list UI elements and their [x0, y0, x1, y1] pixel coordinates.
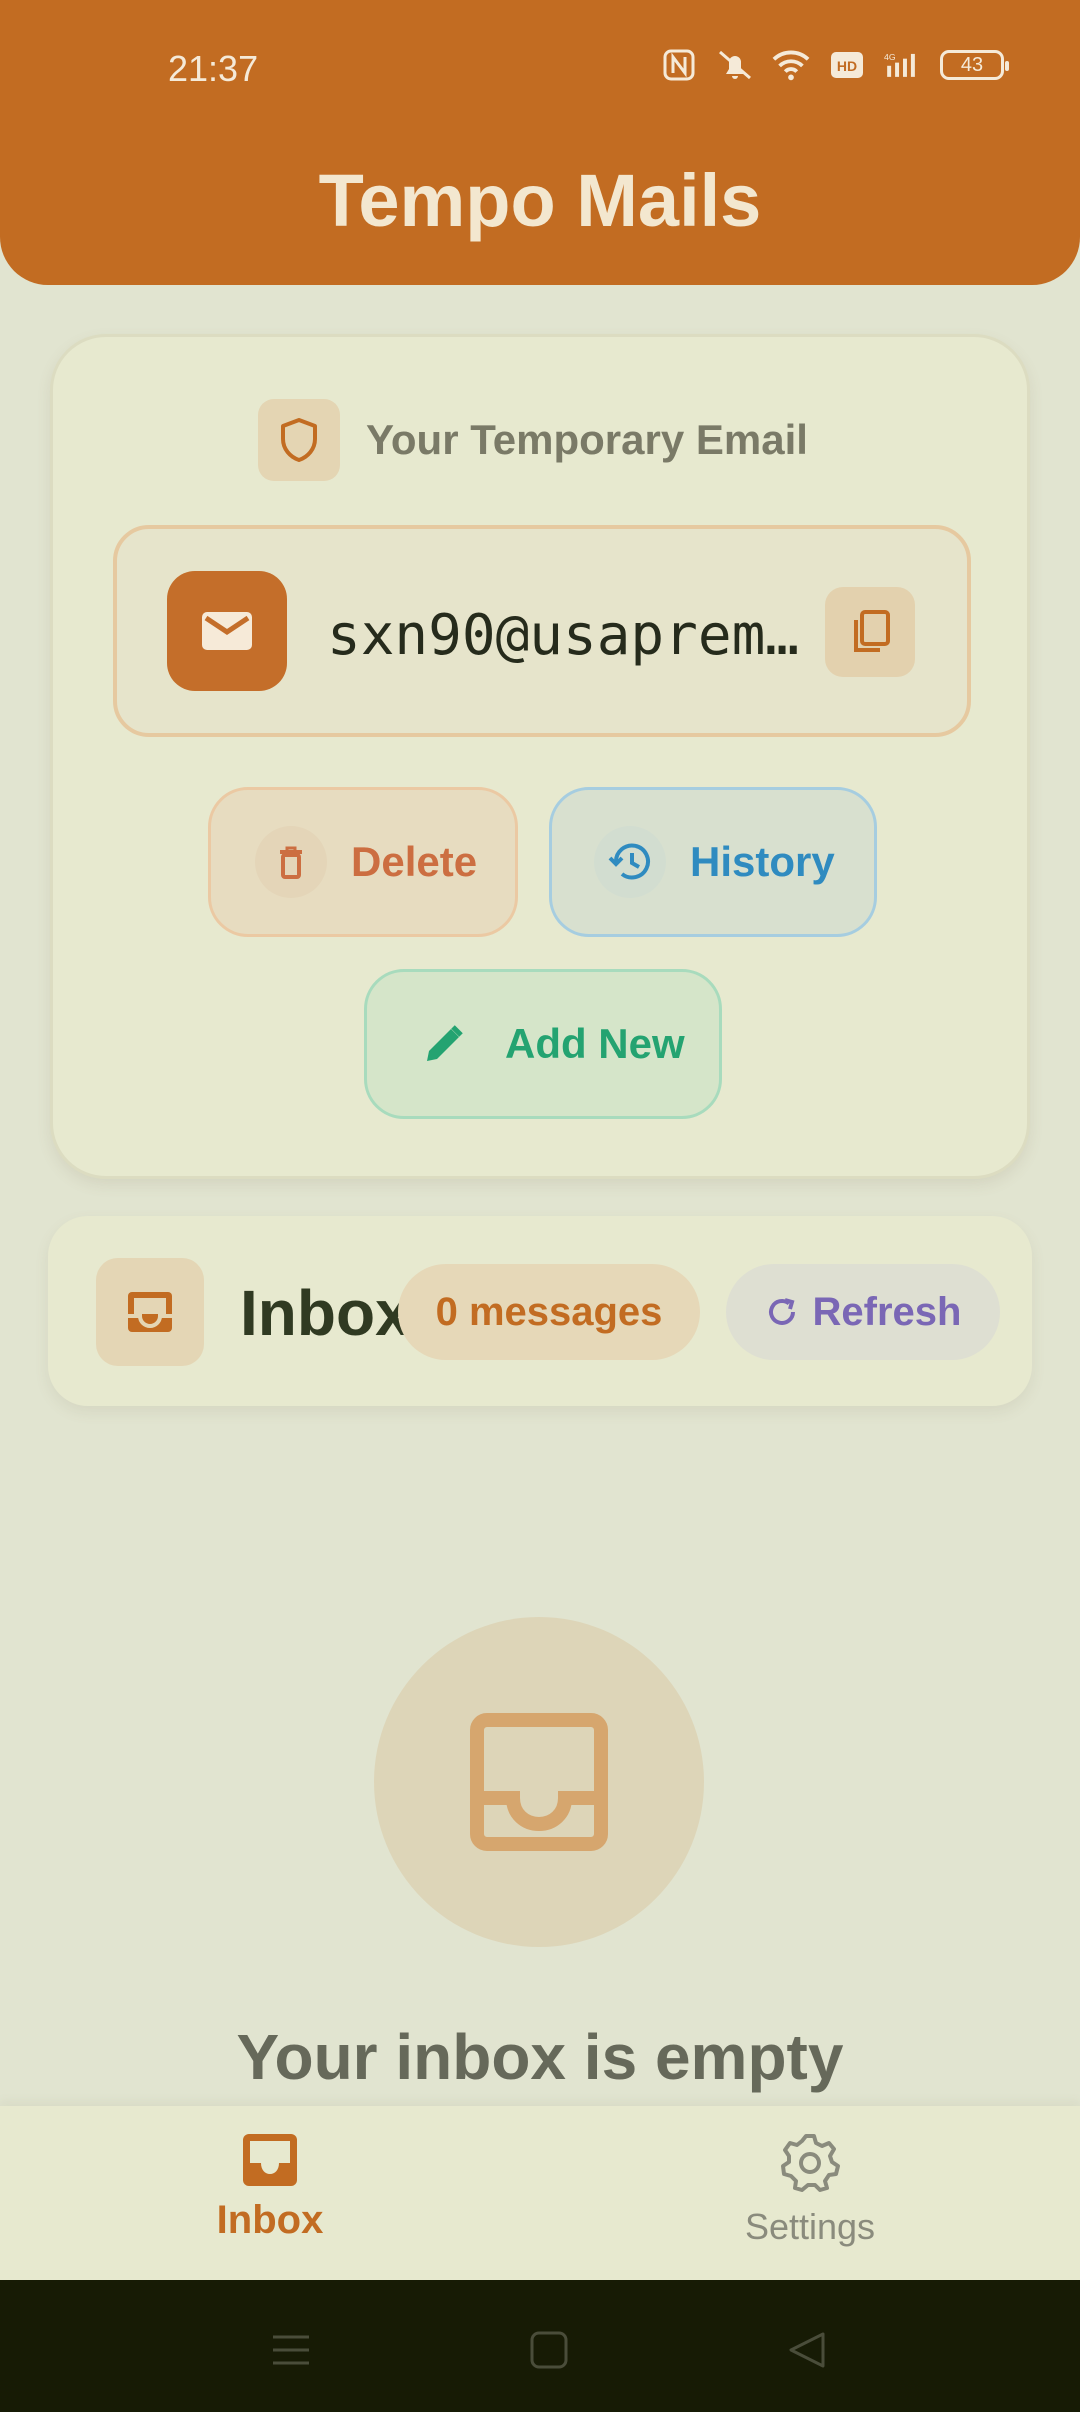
copy-icon [854, 610, 890, 652]
email-card: Your Temporary Email sxn90@usapremi… Del… [50, 334, 1030, 1179]
svg-text:HD: HD [837, 58, 857, 74]
copy-button[interactable] [825, 587, 915, 677]
nav-label-inbox: Inbox [216, 2198, 324, 2242]
battery-level: 43 [960, 53, 984, 76]
history-icon [594, 826, 666, 898]
svg-text:4G: 4G [884, 52, 896, 62]
app-title: Tempo Mails [318, 159, 762, 242]
inbox-icon [96, 1258, 204, 1366]
pencil-icon [423, 1023, 465, 1065]
hd-icon: HD [828, 46, 866, 84]
wifi-icon [772, 46, 810, 84]
email-box: sxn90@usapremi… [113, 525, 971, 737]
history-label: History [690, 838, 835, 885]
history-button[interactable]: History [549, 787, 877, 937]
message-count-badge: 0 messages [398, 1264, 700, 1360]
home-icon[interactable] [519, 2320, 579, 2380]
menu-icon[interactable] [261, 2320, 321, 2380]
add-new-label: Add New [505, 1020, 685, 1067]
nav-label-settings: Settings [744, 2206, 876, 2247]
delete-button[interactable]: Delete [208, 787, 518, 937]
status-icons: HD 4G 43 [660, 46, 1009, 84]
battery-icon: 43 [940, 50, 1009, 80]
signal-4g-icon: 4G [884, 46, 922, 84]
trash-icon [255, 826, 327, 898]
mail-icon [167, 571, 287, 691]
nfc-icon [660, 46, 698, 84]
inbox-icon [243, 2134, 297, 2186]
screen: 21:37 HD 4G 43 Tempo Mails Your Temporar… [0, 0, 1080, 2412]
delete-label: Delete [351, 838, 478, 885]
shield-icon [258, 399, 340, 481]
app-header: 21:37 HD 4G 43 Tempo Mails [0, 0, 1080, 285]
inbox-bar: Inbox 0 messages Refresh [48, 1216, 1032, 1406]
refresh-label: Refresh [812, 1289, 962, 1334]
card-label-row: Your Temporary Email [258, 399, 808, 481]
refresh-icon [768, 1298, 795, 1325]
card-label: Your Temporary Email [366, 416, 808, 463]
refresh-button[interactable]: Refresh [726, 1264, 1000, 1360]
system-nav-bar [0, 2280, 1080, 2412]
empty-inbox-text: Your inbox is empty [236, 2021, 844, 2093]
nav-item-inbox[interactable]: Inbox [120, 2132, 420, 2243]
nav-item-settings[interactable]: Settings [660, 2132, 960, 2248]
empty-inbox-icon [470, 1713, 608, 1851]
empty-inbox-illustration [374, 1617, 704, 1947]
bottom-nav: Inbox Settings [0, 2106, 1080, 2280]
email-address[interactable]: sxn90@usapremi… [327, 603, 817, 668]
status-time: 21:37 [168, 48, 259, 89]
add-new-button[interactable]: Add New [364, 969, 722, 1119]
back-icon[interactable] [777, 2320, 837, 2380]
gear-icon [781, 2134, 840, 2192]
mute-icon [716, 46, 754, 84]
inbox-title: Inbox [240, 1277, 411, 1349]
